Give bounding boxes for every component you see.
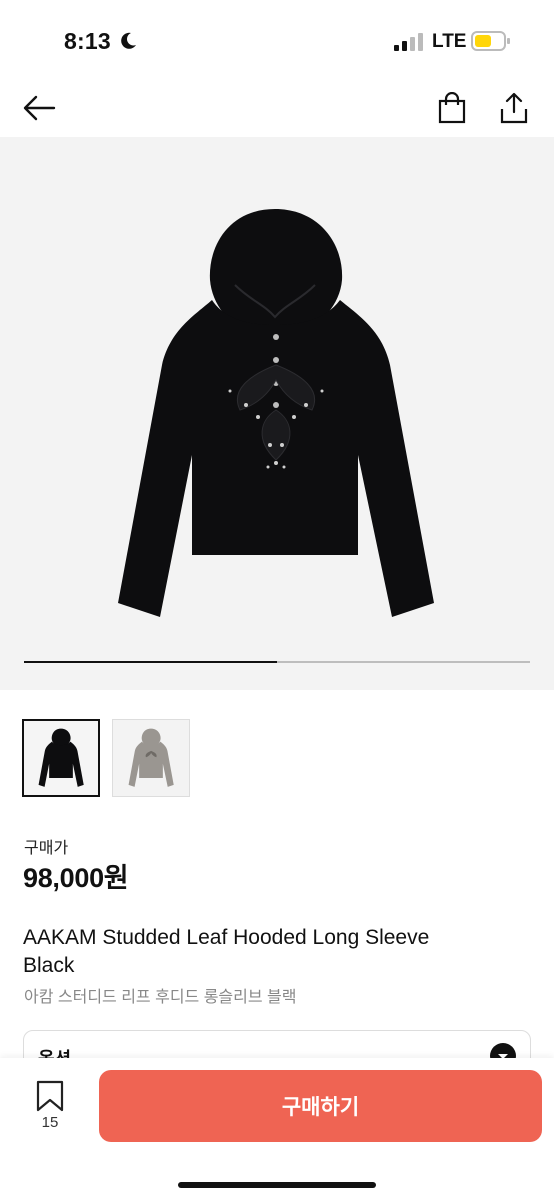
bookmark-icon [36,1080,64,1112]
battery-icon [471,31,510,51]
thumbnail-grey[interactable] [112,719,190,797]
share-icon [500,92,528,124]
status-bar: 8:13 LTE [0,0,554,80]
bookmark-button[interactable]: 15 [28,1080,72,1140]
hoodie-image [118,209,434,617]
price-value: 98,000원 [23,863,129,893]
back-button[interactable] [17,86,61,130]
price-label: 구매가 [24,840,69,857]
moon-icon [121,32,136,49]
home-indicator [178,1182,376,1188]
hoodie-grey-thumb [128,728,174,787]
shopping-bag-button[interactable] [430,86,474,130]
bookmark-count: 15 [41,1114,59,1131]
gallery-progress [24,661,530,663]
status-time: 8:13 [64,28,111,54]
share-button[interactable] [492,86,536,130]
shopping-bag-icon [438,92,466,124]
hoodie-black-thumb [38,728,84,787]
bottom-action-bar: 15 구매하기 [0,1058,554,1200]
signal-icon [394,33,423,51]
thumbnail-black[interactable] [22,719,100,797]
product-title: AAKAM Studded Leaf Hooded Long Sleeve Bl… [23,926,430,977]
arrow-left-icon [23,95,56,121]
buy-button[interactable]: 구매하기 [99,1070,542,1142]
network-label: LTE [432,31,467,52]
top-nav [0,80,554,136]
thumbnail-strip [22,719,190,797]
product-image-gallery[interactable] [0,137,554,690]
product-title-korean: 아캄 스터디드 리프 후디드 롱슬리브 블랙 [24,989,297,1006]
gallery-progress-fill [24,661,277,663]
